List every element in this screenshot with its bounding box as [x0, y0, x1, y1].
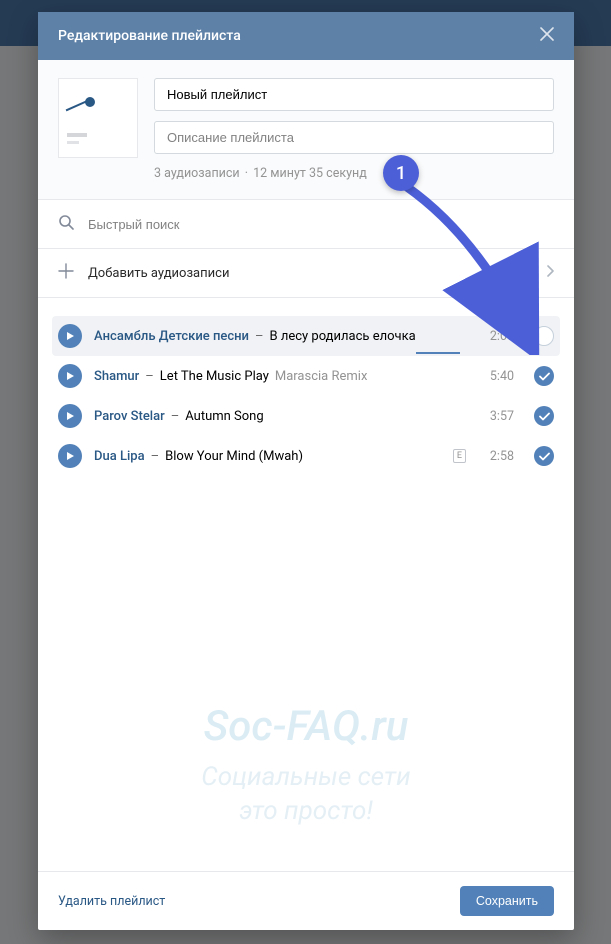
meta-duration: 12 минут 35 секунд: [253, 166, 367, 181]
meta-count: 3 аудиозаписи: [154, 166, 240, 181]
track-subtitle: Marascia Remix: [275, 369, 368, 384]
track-progress[interactable]: [94, 352, 460, 354]
play-icon[interactable]: [58, 364, 82, 388]
track-duration: 2:58: [478, 449, 514, 464]
modal-footer: Удалить плейлист Сохранить: [38, 871, 574, 930]
track-artist: Aнсамбль Детские песни: [94, 329, 249, 344]
plus-icon: [58, 263, 74, 283]
search-input[interactable]: [88, 217, 554, 232]
track-row[interactable]: Shamur–Let The Music PlayMarascia Remix5…: [52, 356, 560, 396]
search-icon: [58, 214, 74, 234]
add-audio-row[interactable]: Добавить аудиозаписи: [38, 249, 574, 298]
save-button[interactable]: Сохранить: [460, 886, 554, 916]
playlist-description-input[interactable]: [154, 121, 554, 154]
playlist-cover[interactable]: [58, 78, 138, 158]
explicit-badge: E: [453, 449, 466, 463]
track-select-toggle[interactable]: [534, 326, 554, 346]
track-row[interactable]: Aнсамбль Детские песни–В лесу родилась е…: [52, 316, 560, 356]
track-text: Dua Lipa–Blow Your Mind (Mwah): [94, 449, 441, 464]
track-title: Let The Music Play: [160, 369, 269, 384]
modal-header: Редактирование плейлиста: [38, 12, 574, 60]
modal-title: Редактирование плейлиста: [58, 28, 241, 44]
track-duration: 3:57: [478, 409, 514, 424]
delete-playlist-link[interactable]: Удалить плейлист: [58, 894, 165, 909]
playlist-meta: 3 аудиозаписи · 12 минут 35 секунд: [154, 166, 554, 181]
playlist-edit-section: 3 аудиозаписи · 12 минут 35 секунд: [38, 60, 574, 200]
track-select-toggle[interactable]: [534, 406, 554, 426]
annotation-badge: 1: [383, 155, 419, 191]
watermark: Soc-FAQ.ru Социальные сетиэто просто!: [38, 702, 574, 829]
track-text: Aнсамбль Детские песни–В лесу родилась е…: [94, 329, 466, 344]
track-select-toggle[interactable]: [534, 446, 554, 466]
play-icon[interactable]: [58, 404, 82, 428]
track-text: Shamur–Let The Music PlayMarascia Remix: [94, 369, 466, 384]
edit-playlist-modal: Редактирование плейлиста 3 аудиозаписи ·…: [38, 12, 574, 930]
playlist-name-input[interactable]: [154, 78, 554, 111]
chevron-right-icon: [546, 265, 554, 281]
close-icon[interactable]: [540, 27, 554, 45]
track-duration: 5:40: [478, 369, 514, 384]
track-text: Parov Stelar–Autumn Song: [94, 409, 466, 424]
track-list: Aнсамбль Детские песни–В лесу родилась е…: [38, 298, 574, 476]
track-duration: 2:09: [478, 329, 514, 344]
track-artist: Parov Stelar: [94, 409, 165, 424]
track-row[interactable]: Dua Lipa–Blow Your Mind (Mwah) E 2:58: [52, 436, 560, 476]
play-icon[interactable]: [58, 444, 82, 468]
track-title: Autumn Song: [185, 409, 263, 424]
track-row[interactable]: Parov Stelar–Autumn Song 3:57: [52, 396, 560, 436]
track-title: Blow Your Mind (Mwah): [165, 449, 303, 464]
play-icon[interactable]: [58, 324, 82, 348]
add-audio-label: Добавить аудиозаписи: [88, 266, 229, 281]
track-artist: Dua Lipa: [94, 449, 145, 464]
search-row: [38, 200, 574, 249]
track-select-toggle[interactable]: [534, 366, 554, 386]
track-title: В лесу родилась елочка: [270, 329, 416, 344]
track-artist: Shamur: [94, 369, 139, 384]
